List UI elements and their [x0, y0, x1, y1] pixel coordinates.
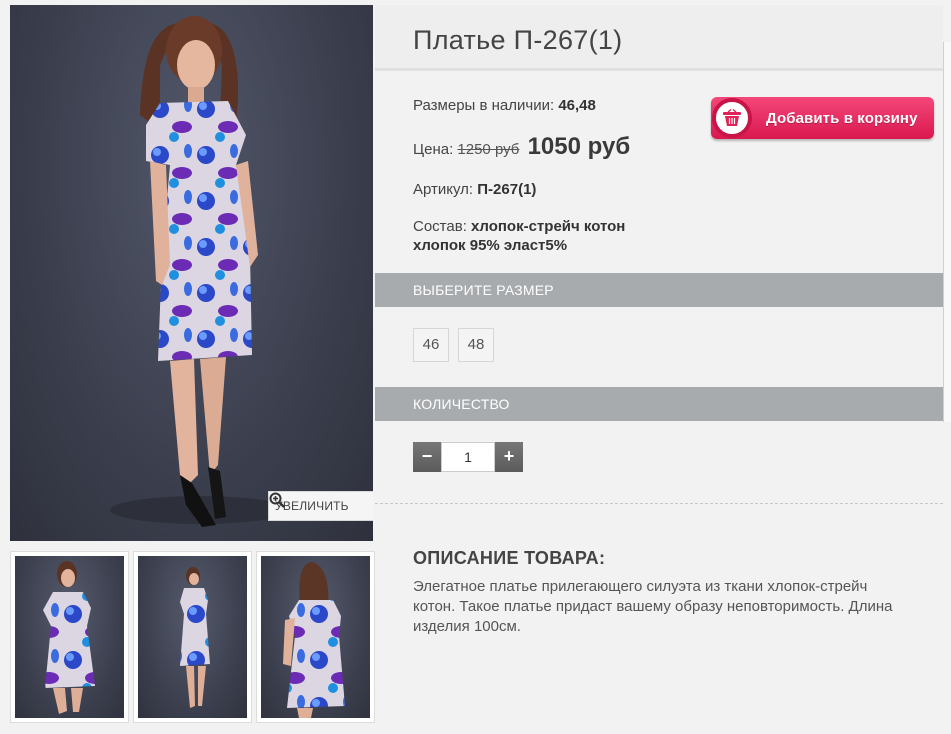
sizes-available: Размеры в наличии: 46,48 — [413, 97, 596, 114]
composition-label: Состав: — [413, 218, 467, 235]
page-scrollbar[interactable] — [943, 42, 951, 422]
new-price: 1050 руб — [527, 133, 631, 160]
thumbnail-strip — [10, 551, 375, 723]
sku-value: П-267(1) — [477, 181, 537, 198]
sizes-value: 46,48 — [558, 97, 596, 114]
product-title: Платье П-267(1) — [413, 25, 623, 55]
quantity-section-header: КОЛИЧЕСТВО — [375, 387, 943, 421]
description-title: ОПИСАНИЕ ТОВАРА: — [413, 548, 606, 568]
section-divider — [375, 503, 943, 504]
size-option-48[interactable]: 48 — [458, 328, 494, 362]
basket-icon — [712, 98, 752, 138]
main-product-photo[interactable]: УВЕЛИЧИТЬ — [10, 5, 373, 541]
zoom-button[interactable]: УВЕЛИЧИТЬ — [268, 491, 373, 521]
sku-row: Артикул: П-267(1) — [413, 181, 536, 198]
thumbnail-2[interactable] — [133, 551, 252, 723]
old-price: 1250 руб — [457, 141, 520, 158]
add-to-cart-label: Добавить в корзину — [766, 109, 918, 127]
thumbnail-1-image — [43, 561, 95, 714]
add-to-cart-button[interactable]: Добавить в корзину — [711, 97, 934, 139]
sku-label: Артикул: — [413, 181, 474, 198]
price-row: Цена: 1250 руб 1050 руб — [413, 133, 630, 161]
thumbnail-2-image — [180, 567, 210, 708]
thumbnail-1[interactable] — [10, 551, 129, 723]
magnifier-plus-icon — [269, 492, 285, 508]
quantity-decrease-button[interactable]: − — [413, 442, 441, 472]
composition-line-2: хлопок 95% эласт5% — [413, 237, 568, 254]
composition-row: Состав: хлопок-стрейч котон хлопок 95% э… — [413, 217, 625, 255]
quantity-stepper: − + — [413, 442, 523, 472]
composition-line-1: хлопок-стрейч котон — [471, 218, 626, 235]
product-info-panel: Платье П-267(1) Размеры в наличии: 46,48… — [375, 5, 943, 734]
price-label: Цена: — [413, 141, 454, 158]
description-text: Элегатное платье прилегающего силуэта из… — [413, 578, 893, 635]
thumbnail-3-image — [283, 562, 345, 718]
sizes-label: Размеры в наличии: — [413, 97, 555, 114]
title-bar: Платье П-267(1) — [375, 5, 943, 71]
zoom-label: УВЕЛИЧИТЬ — [275, 499, 349, 513]
quantity-increase-button[interactable]: + — [495, 442, 523, 472]
size-section-header: ВЫБЕРИТЕ РАЗМЕР — [375, 273, 943, 307]
thumbnail-3[interactable] — [256, 551, 375, 723]
dress-model-illustration — [110, 16, 290, 527]
size-option-46[interactable]: 46 — [413, 328, 449, 362]
quantity-input[interactable] — [441, 442, 495, 472]
